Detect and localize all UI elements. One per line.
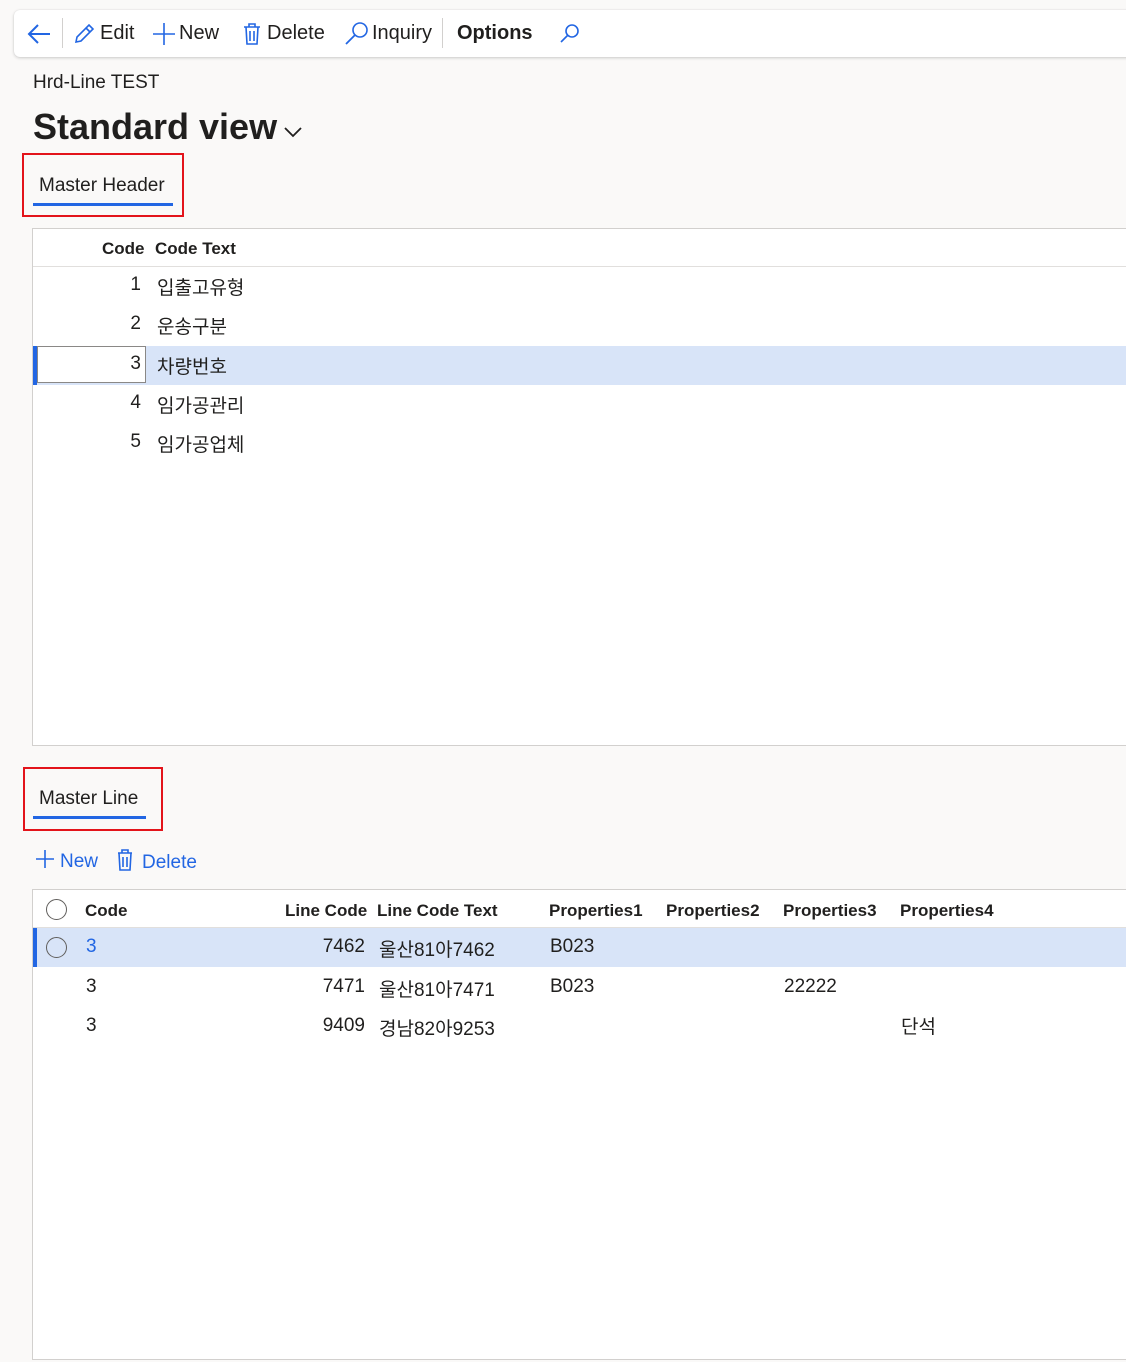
table-row[interactable]: 2 운송구분 xyxy=(33,306,1126,345)
new-label: New xyxy=(179,22,220,44)
line-new-button[interactable]: New xyxy=(35,849,98,875)
options-label: Options xyxy=(457,22,533,44)
code-cell: 4 xyxy=(130,392,141,413)
code-link[interactable]: 3 xyxy=(86,936,97,958)
row-selection-marker xyxy=(33,928,37,967)
column-header-line-code[interactable]: Line Code xyxy=(285,901,367,921)
line-code-text-cell: 울산81아7471 xyxy=(379,980,495,1001)
code-cell: 3 xyxy=(86,976,97,997)
table-row[interactable]: 5 임가공업체 xyxy=(33,424,1126,463)
table-row-selected[interactable]: 3 차량번호 xyxy=(33,346,1126,385)
properties4-cell: 단석 xyxy=(901,1017,936,1038)
magnifier-icon xyxy=(344,21,370,47)
table-row[interactable]: 4 임가공관리 xyxy=(33,385,1126,424)
properties3-cell: 22222 xyxy=(784,976,837,997)
chevron-down-icon xyxy=(277,106,303,148)
column-header-code[interactable]: Code xyxy=(85,901,128,921)
column-header-properties3[interactable]: Properties3 xyxy=(783,901,877,921)
view-selector[interactable]: Standard view xyxy=(33,106,303,148)
pencil-icon xyxy=(72,22,96,46)
table-row[interactable]: 1 입출고유형 xyxy=(33,267,1126,306)
row-select-radio[interactable] xyxy=(46,937,67,958)
search-button[interactable] xyxy=(558,10,582,57)
edit-label: Edit xyxy=(100,22,135,44)
column-header-properties2[interactable]: Properties2 xyxy=(666,901,760,921)
inquiry-button[interactable]: Inquiry xyxy=(344,10,432,57)
master-header-grid: Code Code Text 1 입출고유형 2 운송구분 3 차량번호 4 임… xyxy=(32,228,1126,746)
form-caption: Hrd-Line TEST xyxy=(33,72,160,93)
tab-master-header[interactable]: Master Header xyxy=(39,175,165,197)
line-new-label: New xyxy=(60,851,99,872)
line-delete-button[interactable]: Delete xyxy=(116,849,197,877)
tab-master-line[interactable]: Master Line xyxy=(39,788,138,810)
line-delete-label: Delete xyxy=(142,852,197,873)
toolbar-divider xyxy=(442,18,443,48)
line-code-cell: 7471 xyxy=(322,976,365,997)
code-text-cell: 임가공업체 xyxy=(157,435,245,456)
toolbar-divider xyxy=(62,18,63,48)
line-code-text-cell: 울산81아7462 xyxy=(379,940,495,961)
back-button[interactable] xyxy=(26,10,52,57)
select-all-radio[interactable] xyxy=(46,899,67,920)
delete-button[interactable]: Delete xyxy=(242,10,325,57)
action-pane: Edit New Delete Inquiry Options xyxy=(14,10,1126,57)
code-text-cell: 운송구분 xyxy=(157,317,227,338)
column-header-line-code-text[interactable]: Line Code Text xyxy=(377,901,498,921)
column-header-code[interactable]: Code xyxy=(102,239,145,259)
arrow-left-icon xyxy=(26,22,52,46)
plus-icon xyxy=(152,22,176,46)
code-text-cell: 차량번호 xyxy=(157,357,227,378)
trash-icon xyxy=(242,22,262,46)
code-cell: 3 xyxy=(86,1015,97,1036)
column-header-properties4[interactable]: Properties4 xyxy=(900,901,994,921)
table-row[interactable]: 3 7471 울산81아7471 B023 22222 xyxy=(33,968,1126,1007)
column-header-code-text[interactable]: Code Text xyxy=(155,239,236,259)
column-header-properties1[interactable]: Properties1 xyxy=(549,901,643,921)
options-tab[interactable]: Options xyxy=(457,10,533,57)
tab-active-indicator xyxy=(33,203,173,206)
line-code-cell: 9409 xyxy=(322,1015,365,1036)
code-cell: 3 xyxy=(130,353,141,374)
code-text-cell: 입출고유형 xyxy=(157,278,245,299)
code-text-cell: 임가공관리 xyxy=(157,396,245,417)
master-line-grid: Code Line Code Line Code Text Properties… xyxy=(32,889,1126,1360)
properties1-cell: B023 xyxy=(550,936,595,957)
tab-active-indicator xyxy=(33,816,146,819)
search-icon xyxy=(558,22,582,46)
edit-button[interactable]: Edit xyxy=(72,10,134,57)
code-cell: 2 xyxy=(130,313,141,334)
table-row[interactable]: 3 9409 경남82아9253 단석 xyxy=(33,1007,1126,1046)
delete-label: Delete xyxy=(267,22,325,44)
trash-icon xyxy=(116,849,134,877)
new-button[interactable]: New xyxy=(152,10,219,57)
properties1-cell: B023 xyxy=(550,976,595,997)
plus-icon xyxy=(35,849,55,875)
view-title: Standard view xyxy=(33,106,278,147)
inquiry-label: Inquiry xyxy=(372,22,433,44)
table-row-selected[interactable]: 3 7462 울산81아7462 B023 xyxy=(33,928,1126,967)
code-cell: 5 xyxy=(130,431,141,452)
line-code-cell: 7462 xyxy=(322,936,365,957)
line-code-text-cell: 경남82아9253 xyxy=(379,1019,495,1040)
code-cell: 1 xyxy=(130,274,141,295)
